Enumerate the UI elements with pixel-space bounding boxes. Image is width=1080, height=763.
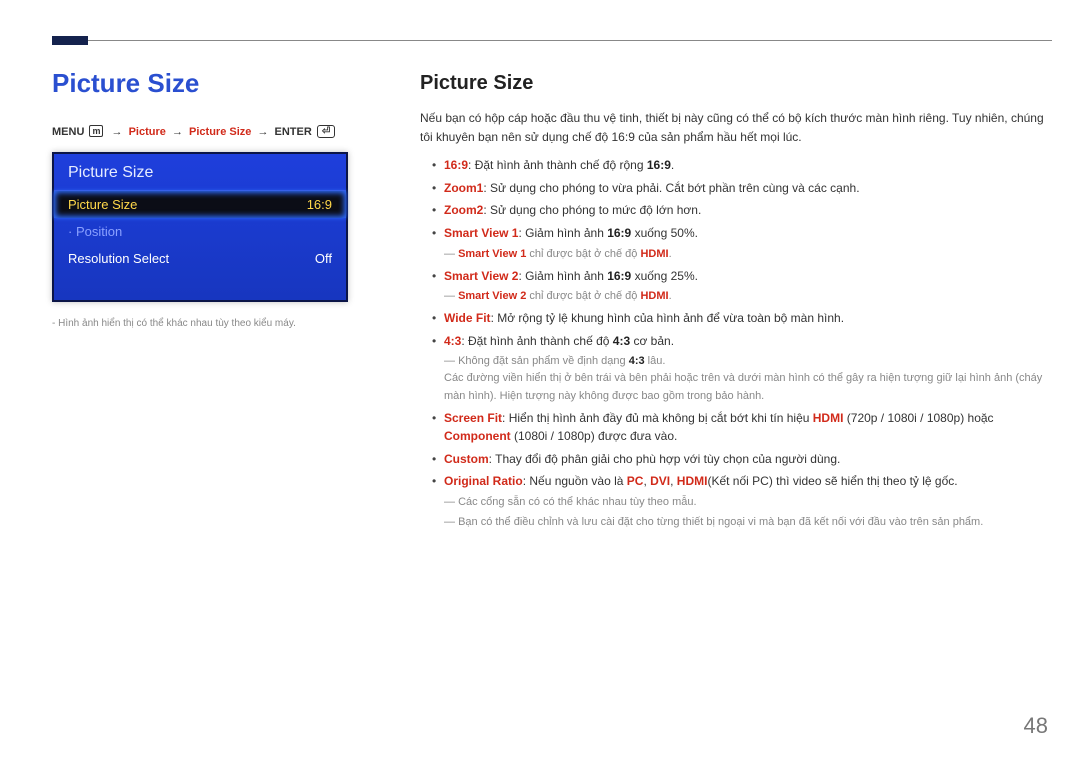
menu-icon: m	[89, 125, 103, 137]
osd-row-value: 16:9	[307, 197, 332, 212]
arrow-icon: →	[257, 126, 268, 138]
page-body: Picture Size MENU m → Picture → Picture …	[52, 68, 1052, 535]
note-per-device: Bạn có thể điều chỉnh và lưu cài đặt cho…	[444, 514, 1052, 531]
enter-icon: ⏎	[317, 125, 335, 138]
header-rule	[52, 40, 1052, 41]
breadcrumb-menu: MENU	[52, 126, 84, 138]
opt-16-9: 16:9: Đặt hình ảnh thành chế độ rộng 16:…	[432, 156, 1052, 175]
osd-title: Picture Size	[54, 154, 346, 191]
osd-row-resolution-select[interactable]: Resolution Select Off	[54, 245, 346, 272]
left-footnote: Hình ảnh hiển thị có thể khác nhau tùy t…	[52, 318, 392, 329]
osd-row-picture-size[interactable]: Picture Size 16:9	[54, 191, 346, 218]
page-title-left: Picture Size	[52, 68, 392, 99]
intro-paragraph: Nếu bạn có hộp cáp hoặc đầu thu vệ tinh,…	[420, 109, 1052, 146]
opt-smart-view-2: Smart View 2: Giảm hình ảnh 16:9 xuống 2…	[432, 267, 1052, 306]
opt-zoom1: Zoom1: Sử dụng cho phóng to vừa phải. Cắ…	[432, 179, 1052, 198]
osd-row-value: Off	[315, 251, 332, 266]
opt-custom: Custom: Thay đổi độ phân giải cho phù hợ…	[432, 450, 1052, 469]
opt-screen-fit: Screen Fit: Hiển thị hình ảnh đầy đủ mà …	[432, 409, 1052, 446]
osd-row-label: · Position	[68, 224, 122, 239]
left-column: Picture Size MENU m → Picture → Picture …	[52, 68, 392, 535]
breadcrumb: MENU m → Picture → Picture Size → ENTER …	[52, 125, 392, 138]
opt-wide-fit: Wide Fit: Mở rộng tỷ lệ khung hình của h…	[432, 309, 1052, 328]
opt-smart-view-1: Smart View 1: Giảm hình ảnh 16:9 xuống 5…	[432, 224, 1052, 263]
opt-original-ratio: Original Ratio: Nếu nguồn vào là PC, DVI…	[432, 472, 1052, 531]
note-sv2: Smart View 2 chỉ được bật ở chế độ HDMI.	[444, 288, 1052, 305]
option-list: 16:9: Đặt hình ảnh thành chế độ rộng 16:…	[420, 156, 1052, 531]
breadcrumb-enter: ENTER	[275, 126, 312, 138]
arrow-icon: →	[172, 126, 183, 138]
osd-row-position[interactable]: · Position	[54, 218, 346, 245]
right-column: Picture Size Nếu bạn có hộp cáp hoặc đầu…	[420, 68, 1052, 535]
note-ports: Các cổng sẵn có có thể khác nhau tùy the…	[444, 494, 1052, 511]
osd-panel: Picture Size Picture Size 16:9 · Positio…	[52, 152, 348, 302]
note-4-3: Không đặt sản phẩm về định dạng 4:3 lâu.…	[444, 353, 1052, 404]
opt-4-3: 4:3: Đặt hình ảnh thành chế độ 4:3 cơ bả…	[432, 332, 1052, 405]
breadcrumb-picture: Picture	[129, 126, 166, 138]
breadcrumb-picture-size: Picture Size	[189, 126, 251, 138]
header-accent	[52, 36, 88, 45]
opt-zoom2: Zoom2: Sử dụng cho phóng to mức độ lớn h…	[432, 201, 1052, 220]
page-number: 48	[1024, 713, 1048, 739]
note-sv1: Smart View 1 chỉ được bật ở chế độ HDMI.	[444, 246, 1052, 263]
arrow-icon: →	[112, 126, 123, 138]
page-title-right: Picture Size	[420, 68, 1052, 99]
osd-row-label: Resolution Select	[68, 251, 169, 266]
osd-row-label: Picture Size	[68, 197, 137, 212]
